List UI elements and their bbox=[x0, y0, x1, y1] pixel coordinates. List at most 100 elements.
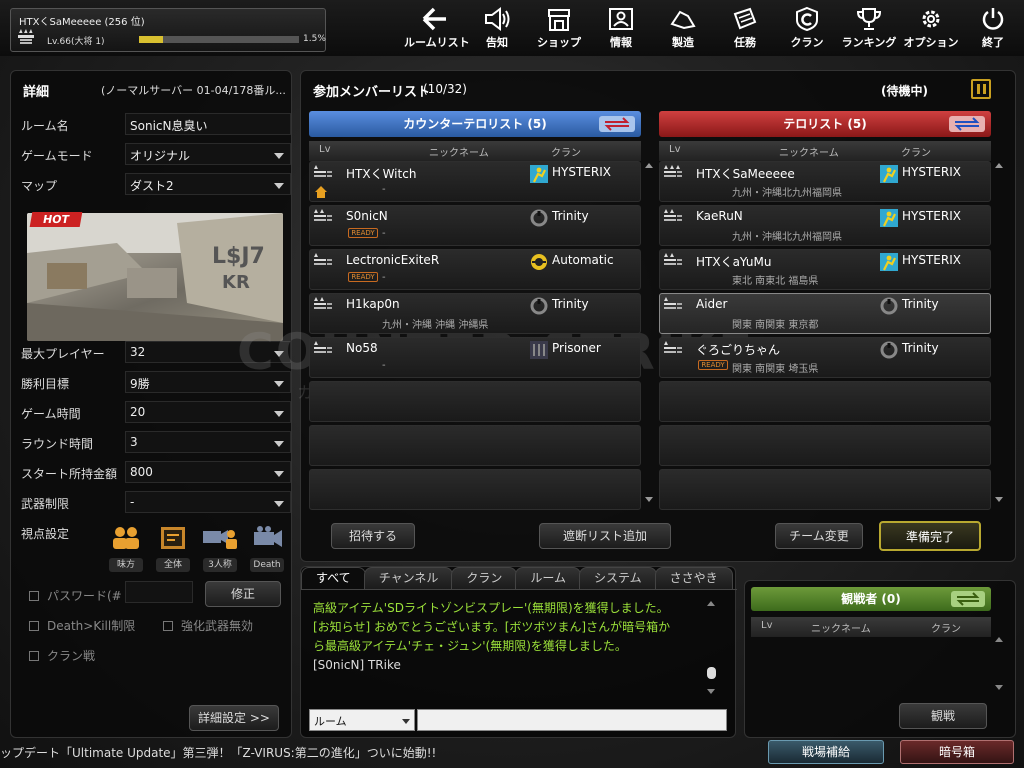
nav-craft[interactable]: 製造 bbox=[652, 2, 714, 54]
cryptobox-button[interactable]: 暗号箱 bbox=[900, 740, 1014, 764]
swap-icon[interactable] bbox=[951, 591, 985, 607]
nav-shop[interactable]: ショップ bbox=[528, 2, 590, 54]
member-row[interactable]: No58- Prisoner bbox=[309, 337, 641, 378]
map-label: マップ bbox=[21, 179, 58, 193]
player-name: HTXくSaMeeeee (256 位) bbox=[19, 17, 145, 28]
power-icon bbox=[982, 8, 1004, 30]
chat-channel-select[interactable]: ルーム bbox=[309, 709, 415, 731]
scroll-up-icon[interactable] bbox=[995, 637, 1003, 642]
member-row[interactable]: HTXくaYuMu 東北 南東北 福島県 HYSTERIX bbox=[659, 249, 991, 290]
team-view-icon bbox=[113, 527, 139, 549]
member-row[interactable]: HTXくSaMeeeee 九州・沖縄北九州福岡県 HYSTERIX bbox=[659, 161, 991, 202]
map-select[interactable]: ダスト2 bbox=[125, 173, 291, 195]
spectate-button[interactable]: 観戦 bbox=[899, 703, 987, 729]
col-clan: クラン bbox=[931, 624, 961, 635]
all-view-icon bbox=[161, 527, 185, 549]
chat-tab[interactable]: チャンネル bbox=[363, 567, 454, 589]
nav-room-list[interactable]: ルームリスト bbox=[404, 2, 470, 54]
win-target-select[interactable]: 9勝 bbox=[125, 371, 291, 393]
enhance-weapon-checkbox[interactable]: 強化武器無効 bbox=[163, 617, 253, 634]
map-preview-image: L$J7 KR bbox=[27, 213, 283, 341]
win-target-label: 勝利目標 bbox=[21, 377, 70, 391]
view-death-option[interactable]: Death bbox=[244, 525, 290, 572]
weapon-limit-select[interactable]: - bbox=[125, 491, 291, 513]
scroll-thumb[interactable] bbox=[707, 667, 716, 679]
team-change-button[interactable]: チーム変更 bbox=[775, 523, 863, 549]
chat-tab[interactable]: ささやき bbox=[654, 567, 733, 589]
scroll-down-icon[interactable] bbox=[707, 689, 715, 694]
invite-button[interactable]: 招待する bbox=[331, 523, 415, 549]
member-row[interactable]: LectronicExiteR READY - Automatic bbox=[309, 249, 641, 290]
password-field[interactable] bbox=[125, 581, 193, 603]
member-clan: HYSTERIX bbox=[902, 209, 961, 223]
game-mode-select[interactable]: オリジナル bbox=[125, 143, 291, 165]
nav-exit[interactable]: 終了 bbox=[962, 2, 1024, 54]
rank-icon bbox=[664, 297, 682, 309]
nav-label: ルームリスト bbox=[404, 36, 470, 49]
member-list-scrollbar[interactable] bbox=[995, 163, 1003, 503]
col-clan: クラン bbox=[551, 148, 581, 159]
room-name-field[interactable]: SonicN息臭い bbox=[125, 113, 291, 135]
t-team: テロリスト (5) Lv ニックネーム クラン HTXくSaMeeeee 九州・沖… bbox=[659, 111, 1003, 511]
round-time-select[interactable]: 3 bbox=[125, 431, 291, 453]
chat-tab[interactable]: すべて bbox=[301, 567, 366, 589]
death-kill-checkbox[interactable]: Death>Kill制限 bbox=[29, 617, 135, 634]
nav-notice[interactable]: 告知 bbox=[466, 2, 528, 54]
ct-column-header: Lv ニックネーム クラン bbox=[309, 141, 641, 161]
password-modify-button[interactable]: 修正 bbox=[205, 581, 281, 607]
advanced-settings-button[interactable]: 詳細設定 >> bbox=[189, 705, 279, 731]
exp-percent: 1.5% bbox=[303, 34, 326, 44]
checkbox-box bbox=[163, 621, 173, 631]
view-team-option[interactable]: 味方 bbox=[103, 525, 149, 572]
scroll-up-icon[interactable] bbox=[707, 601, 715, 606]
checkbox-box bbox=[29, 651, 39, 661]
member-row[interactable]: S0nicN READY - Trinity bbox=[309, 205, 641, 246]
nav-ranking[interactable]: ランキング bbox=[838, 2, 900, 54]
pause-icon[interactable] bbox=[971, 79, 991, 99]
chat-tab[interactable]: ルーム bbox=[515, 567, 581, 589]
chat-input[interactable] bbox=[417, 709, 727, 731]
clan-war-checkbox[interactable]: クラン戦 bbox=[29, 647, 95, 664]
member-list-scrollbar[interactable] bbox=[645, 163, 653, 503]
ready-button[interactable]: 準備完了 bbox=[879, 521, 981, 551]
trophy-icon bbox=[856, 8, 882, 30]
scroll-down-icon[interactable] bbox=[995, 685, 1003, 690]
member-row[interactable]: ぐろごりちゃん READY 関東 南関東 埼玉県 Trinity bbox=[659, 337, 991, 378]
nav-clan[interactable]: クラン bbox=[776, 2, 838, 54]
block-list-button[interactable]: 遮断リスト追加 bbox=[539, 523, 671, 549]
scroll-up-icon[interactable] bbox=[645, 163, 653, 168]
chat-tab[interactable]: クラン bbox=[451, 567, 518, 589]
rank-icon bbox=[18, 29, 34, 44]
scroll-down-icon[interactable] bbox=[645, 497, 653, 502]
room-status: (待機中) bbox=[881, 84, 928, 98]
member-row[interactable]: KaeRuN 九州・沖縄北九州福岡県 HYSTERIX bbox=[659, 205, 991, 246]
news-ticker: ップデート「Ultimate Update」第三弾！「Z-VIRUS:第二の進化… bbox=[0, 746, 437, 760]
chat-line: ら最高級アイテム'チェ・ジュン'(無期限)を獲得しました。 bbox=[313, 639, 627, 653]
chat-tab[interactable]: システム bbox=[578, 567, 657, 589]
nav-mission[interactable]: 任務 bbox=[714, 2, 776, 54]
member-row[interactable]: HTXくWitch - HYSTERIX bbox=[309, 161, 641, 202]
password-checkbox[interactable]: パスワード(# bbox=[29, 587, 122, 604]
nav-info[interactable]: 情報 bbox=[590, 2, 652, 54]
member-clan: Trinity bbox=[902, 297, 939, 311]
view-third-person-option[interactable]: 3人称 bbox=[197, 525, 243, 572]
swap-team-icon[interactable] bbox=[949, 116, 985, 132]
ct-team-title: カウンターテロリスト (5) bbox=[403, 117, 547, 131]
max-players-select[interactable]: 32 bbox=[125, 341, 291, 363]
member-row[interactable]: Aider 関東 南関東 東京都 Trinity bbox=[659, 293, 991, 334]
spectator-scrollbar[interactable] bbox=[995, 637, 1003, 693]
start-money-select[interactable]: 800 bbox=[125, 461, 291, 483]
scroll-down-icon[interactable] bbox=[995, 497, 1003, 502]
game-time-select[interactable]: 20 bbox=[125, 401, 291, 423]
member-row[interactable]: H1kap0n 九州・沖縄 沖縄 沖縄県 Trinity bbox=[309, 293, 641, 334]
member-nickname: H1kap0n bbox=[346, 297, 400, 311]
supply-button[interactable]: 戦場補給 bbox=[768, 740, 884, 764]
view-all-option[interactable]: 全体 bbox=[150, 525, 196, 572]
rank-icon bbox=[314, 165, 332, 177]
member-clan: HYSTERIX bbox=[552, 165, 611, 179]
chat-scrollbar[interactable] bbox=[707, 601, 716, 697]
scroll-up-icon[interactable] bbox=[995, 163, 1003, 168]
chat-tabs: すべて チャンネル クラン ルーム システム ささやき bbox=[301, 567, 733, 589]
nav-options[interactable]: オプション bbox=[900, 2, 962, 54]
swap-team-icon[interactable] bbox=[599, 116, 635, 132]
